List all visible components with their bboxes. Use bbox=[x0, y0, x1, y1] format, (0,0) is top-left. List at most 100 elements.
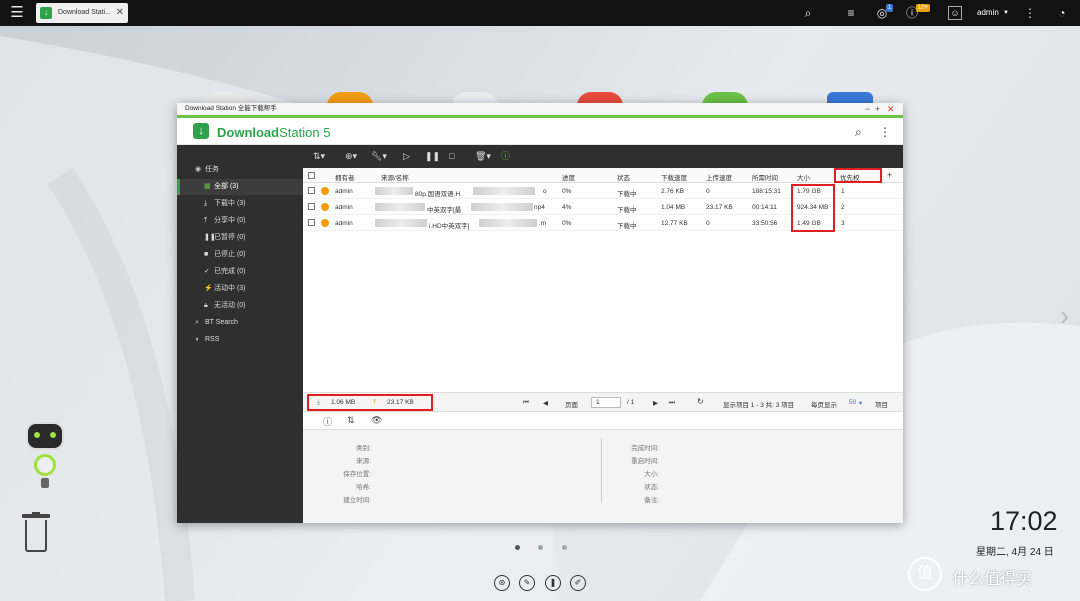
prev-page-icon[interactable]: ◀ bbox=[543, 399, 548, 407]
row-status: 下载中 bbox=[617, 191, 637, 198]
check-icon: ✓ bbox=[204, 268, 210, 275]
row-checkbox[interactable] bbox=[308, 187, 315, 194]
more-icon[interactable]: ⋮ bbox=[1022, 5, 1038, 21]
close-icon[interactable]: ✕ bbox=[887, 103, 895, 115]
sidebar-item-tasks[interactable]: ◉ 任务 bbox=[177, 162, 303, 178]
delete-icon[interactable]: 🗑︎▾ bbox=[475, 150, 491, 163]
row-time-left: 188:15:31 bbox=[752, 188, 781, 195]
row-owner: admin bbox=[335, 220, 353, 227]
row-checkbox[interactable] bbox=[308, 203, 315, 210]
sidebar-item-active[interactable]: ⚡ 活动中 (3) bbox=[177, 281, 303, 297]
redacted-name bbox=[479, 219, 537, 227]
maximize-icon[interactable]: + bbox=[875, 103, 880, 115]
row-priority: 3 bbox=[841, 220, 845, 227]
refresh-icon[interactable]: ↻ bbox=[697, 397, 704, 406]
add-column-icon[interactable]: + bbox=[887, 170, 892, 180]
per-page-select[interactable]: 50 bbox=[849, 399, 856, 406]
last-page-icon[interactable]: ⏭ bbox=[669, 399, 675, 407]
column-owner[interactable]: 拥有者 bbox=[335, 172, 355, 182]
select-all-checkbox[interactable] bbox=[308, 172, 315, 179]
clock-date: 星期二, 4月 24 日 bbox=[976, 547, 1054, 558]
tab-peers-icon[interactable]: 👁︎ bbox=[371, 415, 382, 426]
download-station-icon: ↓ bbox=[40, 7, 52, 19]
priority-header-highlight bbox=[834, 168, 882, 183]
assistant-robot-icon[interactable] bbox=[20, 422, 74, 492]
row-name: i.HD中英双字[ bbox=[429, 223, 470, 230]
per-page-label: 每页显示 bbox=[811, 402, 837, 409]
add-task-icon[interactable]: ⊕▾ bbox=[345, 150, 357, 163]
next-desktop-arrow-icon[interactable]: › bbox=[1060, 300, 1069, 332]
stack-icon[interactable]: ≡ bbox=[843, 5, 859, 21]
column-size[interactable]: 大小 bbox=[797, 172, 810, 182]
redacted-name bbox=[375, 219, 427, 227]
app-tab-download-station[interactable]: ↓ Download Stati... ✕ bbox=[36, 3, 128, 23]
column-status[interactable]: 状态 bbox=[617, 172, 630, 182]
sidebar-item-stopped[interactable]: ■ 已停止 (0) bbox=[177, 247, 303, 263]
trash-icon[interactable] bbox=[22, 512, 50, 552]
clock-time: 17:02 bbox=[990, 506, 1058, 536]
play-icon[interactable]: ▷ bbox=[403, 150, 410, 163]
dock-tools-icon[interactable]: ✎ bbox=[519, 575, 535, 591]
watermark-text: 什么值得买 bbox=[952, 571, 1033, 588]
user-menu[interactable]: admin bbox=[977, 8, 999, 17]
page-dot[interactable] bbox=[562, 545, 567, 550]
row-priority: 1 bbox=[841, 188, 845, 195]
sidebar-item-sharing[interactable]: ⤒ 分享中 (0) bbox=[177, 213, 303, 229]
watermark-logo: 值 bbox=[908, 557, 942, 591]
user-avatar-icon[interactable]: ☺ bbox=[948, 6, 962, 20]
dashboard-icon[interactable]: ◔ bbox=[1054, 5, 1070, 21]
app-title: DownloadStation 5 bbox=[217, 125, 331, 140]
task-icon: ◉ bbox=[195, 166, 202, 173]
search-icon[interactable]: ⌕ bbox=[800, 5, 816, 21]
more-options-icon[interactable]: ⋮ bbox=[879, 125, 891, 139]
tools-icon[interactable]: 🔧︎▾ bbox=[371, 150, 387, 163]
column-progress[interactable]: 进度 bbox=[562, 172, 575, 182]
dock-shortcut-icon[interactable]: ⊛ bbox=[494, 575, 510, 591]
column-time-left[interactable]: 所需时间 bbox=[752, 172, 778, 182]
row-checkbox[interactable] bbox=[308, 219, 315, 226]
column-name[interactable]: 来源/名称 bbox=[381, 172, 409, 182]
table-header: 拥有者 来源/名称 进度 状态 下载速度 上传速度 所需时间 大小 优先权 + bbox=[303, 168, 903, 183]
page-dot[interactable] bbox=[515, 545, 520, 550]
sidebar-item-bt-search[interactable]: ⌕ BT Search bbox=[177, 315, 303, 331]
dock-book-icon[interactable]: ❚ bbox=[545, 575, 561, 591]
page-label: 页面 bbox=[565, 402, 578, 409]
search-icon[interactable]: ⌕ bbox=[855, 125, 862, 140]
speed-total-highlight bbox=[307, 394, 433, 411]
sidebar-item-all[interactable]: ▦ 全部 (3) bbox=[177, 179, 303, 195]
column-download-speed[interactable]: 下载速度 bbox=[661, 172, 687, 182]
row-status: 下载中 bbox=[617, 223, 637, 230]
chevron-down-icon[interactable]: ▼ bbox=[1003, 10, 1009, 16]
sidebar-item-downloading[interactable]: ⤓ 下载中 (3) bbox=[177, 196, 303, 212]
share-icon: ⤒ bbox=[204, 217, 208, 224]
sidebar-item-inactive[interactable]: 🔒︎ 无活动 (0) bbox=[177, 298, 303, 314]
close-tab-icon[interactable]: ✕ bbox=[116, 7, 124, 18]
row-download-speed: 2.76 KB bbox=[661, 188, 685, 195]
info-badge: 10+ bbox=[916, 4, 931, 12]
main-menu-icon[interactable]: ☰ bbox=[8, 4, 26, 22]
page-input[interactable]: 1 bbox=[591, 397, 621, 408]
downloading-status-icon bbox=[321, 219, 329, 227]
downloading-status-icon bbox=[321, 203, 329, 211]
column-upload-speed[interactable]: 上传速度 bbox=[706, 172, 732, 182]
info-icon[interactable]: ⓘ bbox=[501, 150, 510, 163]
dock-edit-icon[interactable]: ✐ bbox=[570, 575, 586, 591]
row-progress: 4% bbox=[562, 204, 572, 211]
stop-icon[interactable]: □ bbox=[449, 150, 454, 163]
minimize-icon[interactable]: − bbox=[865, 103, 870, 115]
redacted-name bbox=[375, 187, 413, 195]
app-tab-label: Download Stati... bbox=[58, 9, 111, 16]
pause-icon[interactable]: ❚❚ bbox=[425, 150, 440, 163]
next-page-icon[interactable]: ▶ bbox=[653, 399, 658, 407]
sort-icon[interactable]: ⇅▾ bbox=[313, 150, 325, 163]
first-page-icon[interactable]: ⏮ bbox=[523, 399, 529, 407]
redacted-name bbox=[375, 203, 425, 211]
sidebar-item-rss[interactable]: ◗ RSS bbox=[177, 332, 303, 348]
chevron-down-icon[interactable]: ▾ bbox=[859, 399, 862, 407]
row-owner: admin bbox=[335, 204, 353, 211]
page-dot[interactable] bbox=[538, 545, 543, 550]
tab-transfer-icon[interactable]: ⇅ bbox=[347, 415, 355, 426]
row-name: 80p.国语双语.H bbox=[415, 191, 461, 198]
sidebar-item-completed[interactable]: ✓ 已完成 (0) bbox=[177, 264, 303, 280]
sidebar-item-paused[interactable]: ❚❚ 已暂停 (0) bbox=[177, 230, 303, 246]
